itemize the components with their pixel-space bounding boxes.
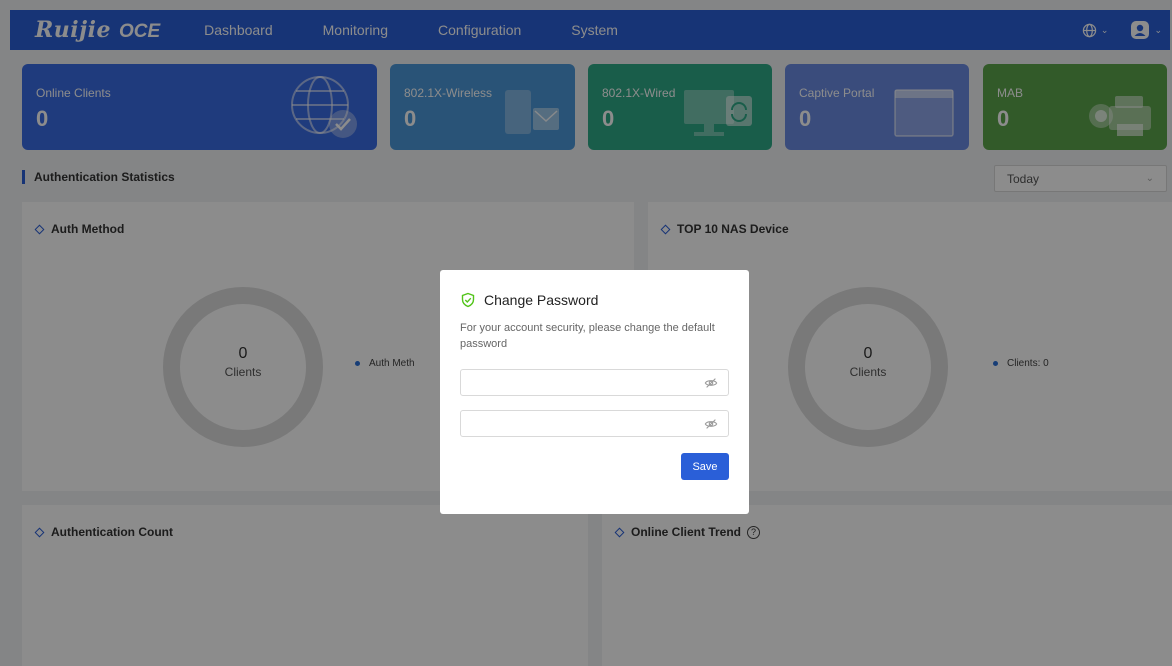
shield-check-icon	[461, 292, 475, 308]
dialog-title: Change Password	[460, 292, 598, 308]
eye-hidden-icon[interactable]	[704, 417, 718, 431]
confirm-password-input[interactable]	[460, 410, 729, 437]
new-password-input[interactable]	[460, 369, 729, 396]
eye-hidden-icon[interactable]	[704, 376, 718, 390]
change-password-dialog: Change Password For your account securit…	[440, 270, 749, 514]
dialog-description: For your account security, please change…	[460, 322, 715, 350]
save-button[interactable]: Save	[681, 453, 729, 480]
dialog-title-text: Change Password	[484, 292, 599, 308]
